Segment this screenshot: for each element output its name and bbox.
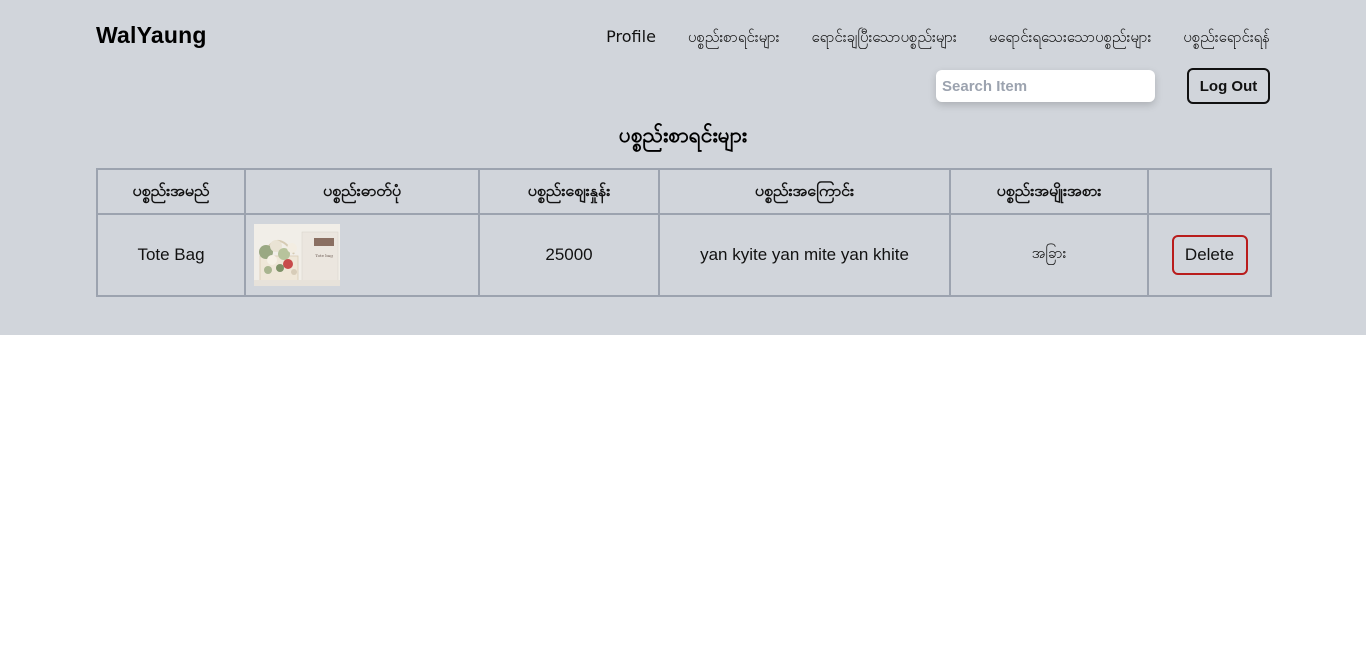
page: WalYaung Profile ပစ္စည်းစာရင်းများ ရောင်… — [0, 0, 1366, 656]
brand-logo[interactable]: WalYaung — [96, 22, 207, 49]
search-input[interactable] — [936, 70, 1155, 102]
item-type: အခြား — [949, 213, 1149, 297]
header-area: WalYaung Profile ပစ္စည်းစာရင်းများ ရောင်… — [0, 0, 1366, 335]
column-header-type: ပစ္စည်းအမျိုးအစား — [949, 168, 1149, 215]
delete-button[interactable]: Delete — [1171, 235, 1248, 275]
nav-profile[interactable]: Profile — [606, 26, 656, 48]
item-price: 25000 — [478, 213, 660, 297]
nav-item-list[interactable]: ပစ္စည်းစာရင်းများ — [688, 26, 780, 48]
table-row: Tote Bag Tote bag 25000 yan kyite yan mi… — [96, 213, 1272, 297]
table-header-row: ပစ္စည်းအမည် ပစ္စည်းဓာတ်ပုံ ပစ္စည်းစျေးနှ… — [96, 168, 1272, 215]
page-title: ပစ္စည်းစာရင်းများ — [618, 123, 748, 147]
item-photo: Tote bag — [254, 224, 340, 286]
column-header-photo: ပစ္စည်းဓာတ်ပုံ — [244, 168, 480, 215]
item-photo-cell: Tote bag — [244, 213, 480, 297]
nav-unsold-items[interactable]: မရောင်းရသေးသောပစ္စည်းများ — [989, 26, 1152, 48]
item-photo-caption: Tote bag — [315, 253, 333, 258]
nav-sell-item[interactable]: ပစ္စည်းရောင်းရန် — [1183, 26, 1270, 48]
main-nav: Profile ပစ္စည်းစာရင်းများ ရောင်းချပြီးသေ… — [606, 26, 1270, 48]
items-table: ပစ္စည်းအမည် ပစ္စည်းဓာတ်ပုံ ပစ္စည်းစျေးနှ… — [96, 168, 1272, 297]
nav-sold-items[interactable]: ရောင်းချပြီးသောပစ္စည်းများ — [812, 26, 957, 48]
logout-button[interactable]: Log Out — [1187, 68, 1270, 104]
item-action-cell: Delete — [1147, 213, 1272, 297]
item-name: Tote Bag — [96, 213, 246, 297]
column-header-name: ပစ္စည်းအမည် — [96, 168, 246, 215]
column-header-price: ပစ္စည်းစျေးနှုန်း — [478, 168, 660, 215]
column-header-description: ပစ္စည်းအကြောင်း — [658, 168, 951, 215]
column-header-action — [1147, 168, 1272, 215]
item-description: yan kyite yan mite yan khite — [658, 213, 951, 297]
